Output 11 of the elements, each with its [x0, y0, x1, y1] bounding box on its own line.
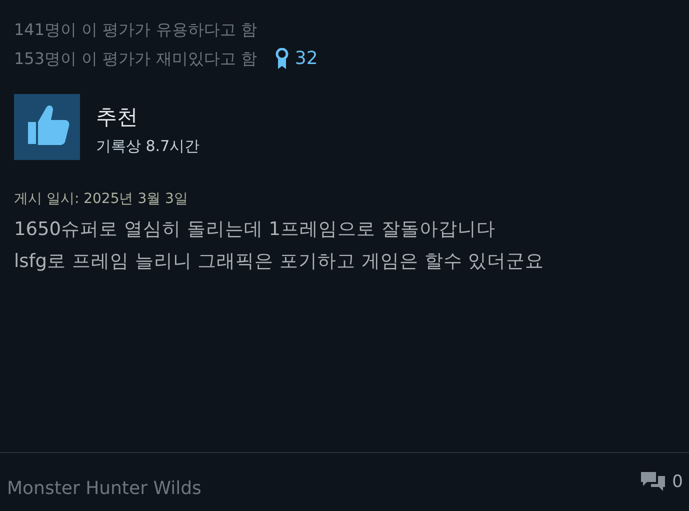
- review-text-line: lsfg로 프레임 늘리니 그래픽은 포기하고 게임은 할수 있더군요: [14, 250, 546, 274]
- helpful-count: 141명이 이 평가가 유용하다고 함: [14, 19, 258, 41]
- verdict-label: 추천: [96, 104, 139, 131]
- playtime: 기록상 8.7시간: [96, 137, 200, 156]
- award-ribbon-icon: [274, 48, 289, 70]
- award-count: 32: [294, 48, 318, 69]
- comment-count: 0: [672, 472, 683, 492]
- review-text-line: 1650슈퍼로 열심히 돌리는데 1프레임으로 잘돌아갑니다: [14, 218, 496, 242]
- game-title: Monster Hunter Wilds: [7, 478, 202, 498]
- funny-count: 153명이 이 평가가 재미있다고 함: [14, 48, 257, 70]
- posted-date: 게시 일시: 2025년 3월 3일: [14, 190, 189, 208]
